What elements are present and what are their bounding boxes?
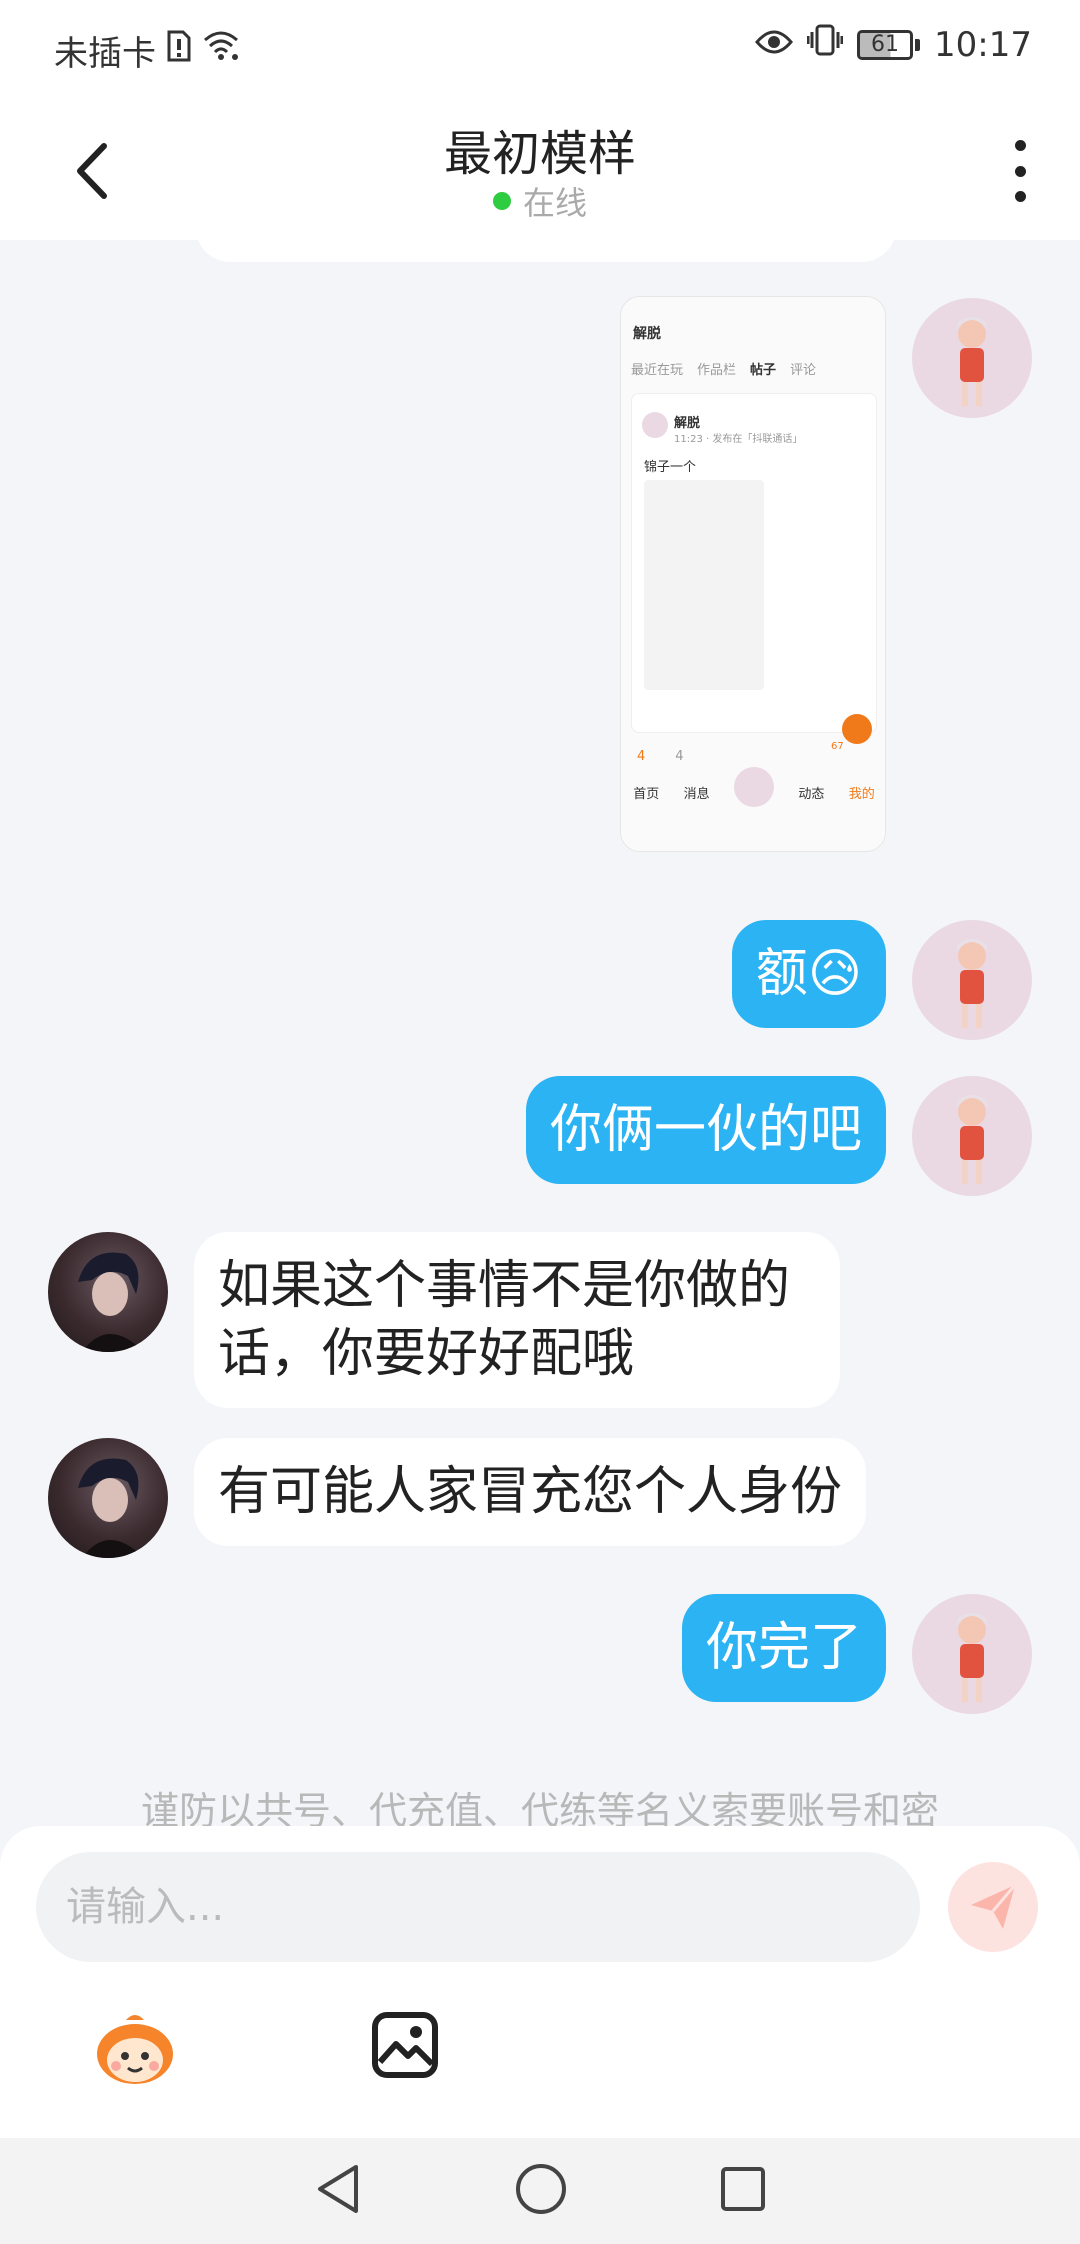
status-left: 未插卡 bbox=[54, 26, 240, 75]
carrier-label: 未插卡 bbox=[54, 34, 156, 74]
nav-home-button[interactable] bbox=[514, 2162, 568, 2220]
screenshot-nav-item: 首页 bbox=[633, 787, 660, 802]
more-dot-icon bbox=[1014, 191, 1026, 202]
screenshot-post-avatar bbox=[642, 412, 668, 438]
battery-tip bbox=[915, 38, 921, 51]
nav-back-button[interactable] bbox=[312, 2161, 364, 2221]
screenshot-post-card: 解脱 11:23 · 发布在「抖联通话」 锦子一个 bbox=[631, 393, 877, 744]
vibrate-icon bbox=[806, 24, 844, 65]
battery-level: 61 bbox=[857, 29, 914, 60]
chat-screen: 未插卡 61 10:17 最初模样 在线 解脱 最近在玩 作品栏 帖子 评论 解… bbox=[0, 0, 1080, 2244]
online-status-label: 在线 bbox=[522, 184, 587, 222]
screenshot-nav-avatar bbox=[733, 767, 774, 807]
screenshot-nested-image bbox=[644, 480, 764, 690]
nav-recents-button[interactable] bbox=[718, 2164, 768, 2218]
my-avatar[interactable] bbox=[912, 1594, 1032, 1714]
online-status: 在线 bbox=[0, 178, 1080, 224]
triangle-back-icon bbox=[318, 2165, 358, 2213]
more-dot-icon bbox=[1014, 140, 1026, 151]
message-bubble-mine[interactable]: 你完了 bbox=[681, 1594, 886, 1702]
image-picker-button[interactable] bbox=[370, 2010, 440, 2080]
screenshot-fav-count: 67 bbox=[831, 741, 844, 752]
message-bubble-mine[interactable]: 你俩一伙的吧 bbox=[525, 1076, 886, 1184]
message-bubble-contact[interactable]: 如果这个事情不是你做的话，你要好好配哦 bbox=[194, 1232, 840, 1408]
message-bubble-contact[interactable]: 有可能人家冒充您个人身份 bbox=[194, 1438, 867, 1546]
screenshot-nav-item: 消息 bbox=[683, 787, 710, 802]
battery-indicator: 61 bbox=[857, 29, 921, 60]
screenshot-tab: 评论 bbox=[790, 363, 817, 378]
message-input-wrapper[interactable] bbox=[36, 1852, 920, 1962]
emoji-sticker-button[interactable] bbox=[90, 2010, 180, 2090]
send-button[interactable] bbox=[948, 1862, 1038, 1952]
screenshot-post-actions: 4 4 bbox=[637, 749, 684, 764]
more-dot-icon bbox=[1014, 165, 1026, 177]
my-avatar[interactable] bbox=[912, 1076, 1032, 1196]
more-options-button[interactable] bbox=[1000, 136, 1040, 206]
contact-avatar-figure bbox=[78, 1252, 144, 1352]
eye-icon bbox=[755, 25, 793, 65]
status-bar: 未插卡 61 10:17 bbox=[0, 0, 1080, 96]
contact-avatar[interactable] bbox=[48, 1438, 168, 1558]
wifi-icon bbox=[202, 30, 240, 71]
composer bbox=[0, 1826, 1080, 2138]
screenshot-tab: 作品栏 bbox=[697, 363, 737, 378]
screenshot-fav-icon bbox=[842, 714, 872, 744]
my-avatar-figure bbox=[956, 317, 988, 406]
my-avatar-figure bbox=[956, 1095, 988, 1184]
online-dot-icon bbox=[492, 192, 511, 210]
my-avatar-figure bbox=[956, 939, 988, 1028]
image-icon bbox=[372, 2012, 438, 2078]
previous-message-bubble bbox=[196, 240, 896, 262]
chat-header: 最初模样 在线 bbox=[0, 96, 1080, 240]
screenshot-username: 解脱 bbox=[633, 326, 661, 342]
screenshot-comments: 4 bbox=[675, 749, 684, 764]
clock: 10:17 bbox=[934, 24, 1032, 65]
screenshot-likes: 4 bbox=[637, 749, 646, 764]
contact-avatar-figure bbox=[78, 1458, 144, 1558]
screenshot-post-author: 解脱 bbox=[674, 416, 701, 431]
screenshot-nav-item: 我的 bbox=[848, 787, 875, 802]
message-bubble-mine[interactable]: 额😥 bbox=[731, 920, 886, 1028]
square-recents-icon bbox=[721, 2167, 765, 2211]
screenshot-nav-item: 动态 bbox=[798, 787, 825, 802]
message-list[interactable]: 解脱 最近在玩 作品栏 帖子 评论 解脱 11:23 · 发布在「抖联通话」 锦… bbox=[0, 240, 1080, 1830]
screenshot-tab-active: 帖子 bbox=[750, 363, 777, 378]
screenshot-post-text: 锦子一个 bbox=[644, 460, 697, 475]
mascot-sticker-icon bbox=[97, 2015, 173, 2084]
circle-home-icon bbox=[516, 2164, 566, 2214]
screenshot-tab: 最近在玩 bbox=[631, 363, 684, 378]
screenshot-tabs: 最近在玩 作品栏 帖子 评论 bbox=[631, 359, 816, 378]
status-right: 61 10:17 bbox=[755, 24, 1032, 65]
my-avatar[interactable] bbox=[912, 920, 1032, 1040]
screenshot-post-meta: 11:23 · 发布在「抖联通话」 bbox=[674, 434, 803, 445]
my-avatar[interactable] bbox=[912, 298, 1032, 418]
paper-plane-icon bbox=[971, 1884, 1017, 1929]
my-avatar-figure bbox=[956, 1613, 988, 1702]
contact-avatar[interactable] bbox=[48, 1232, 168, 1352]
contact-name: 最初模样 bbox=[443, 126, 636, 182]
security-disclaimer: 谨防以共号、代充值、代练等名义索要账号和密 bbox=[140, 1789, 939, 1830]
sim-alert-icon bbox=[166, 30, 192, 71]
image-message[interactable]: 解脱 最近在玩 作品栏 帖子 评论 解脱 11:23 · 发布在「抖联通话」 锦… bbox=[620, 296, 886, 852]
message-input[interactable] bbox=[36, 1852, 920, 1962]
screenshot-nav: 首页 消息 动态 我的 bbox=[621, 767, 885, 823]
system-navigation-bar bbox=[0, 2138, 1080, 2244]
